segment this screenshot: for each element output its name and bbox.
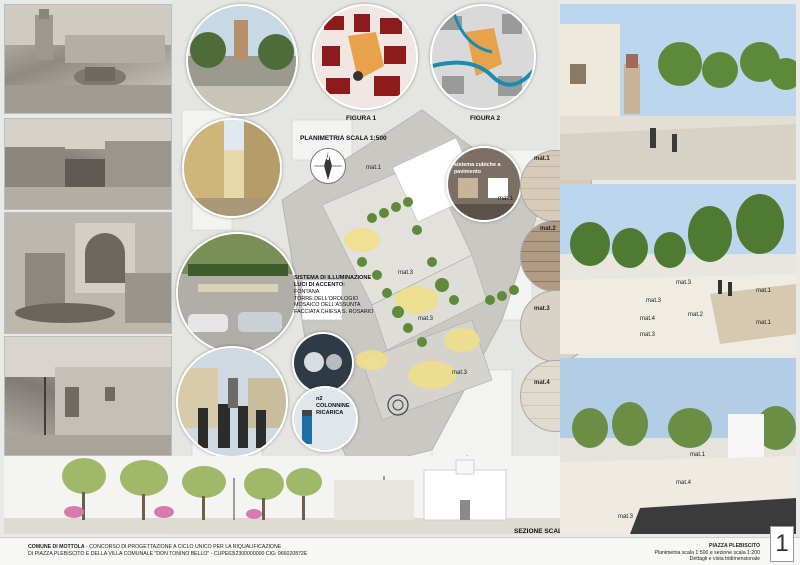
lighting-item-2: TORRE DELL'OROLOGIO	[294, 295, 359, 302]
paving-light-label: sistema cubiche a pavimento	[454, 162, 501, 175]
lighting-item-4: FACCIATA CHIESA S. ROSARIO	[294, 308, 374, 315]
footer-bar: COMUNE DI MOTTOLA - CONCORSO DI PROGETTA…	[0, 537, 800, 565]
swatch-label-mat2: mat.2	[540, 226, 556, 232]
render2-label-mat3-c: mat.3	[640, 332, 656, 338]
charging-label: n2 COLONNINE RICARICA	[316, 396, 350, 416]
swatch-label-mat3: mat.3	[534, 306, 550, 312]
render2-label-mat3-a: mat.3	[676, 280, 692, 286]
plan-label-mat3-b: mat.3	[418, 316, 434, 322]
render2-label-mat1-b: mat.1	[756, 320, 772, 326]
swatch-label-mat1: mat.1	[534, 156, 550, 162]
lighting-title: SISTEMA DI ILLUMINAZIONE LUCI DI ACCENTO…	[294, 275, 372, 288]
render-view-1	[560, 4, 796, 180]
page-number: 1	[770, 526, 794, 562]
figure2-circle	[430, 4, 536, 110]
render2-label-mat3-b: mat.3	[646, 298, 662, 304]
footer-competition: - CONCORSO DI PROGETTAZIONE A CICLO UNIC…	[84, 544, 282, 550]
plan-label-mat3-c: mat.3	[452, 370, 468, 376]
footer-project-info: DI PIAZZA PLEBISCITO E DELLA VILLA COMUN…	[28, 550, 308, 557]
plan-label-mat3-a: mat.3	[398, 270, 414, 276]
section-elevation	[4, 456, 560, 534]
historic-photo-square-bandstand	[4, 4, 172, 114]
plan-label-mat1-b: mat.1	[498, 196, 514, 202]
footer-sheet-detail: Dettagli e vista tridimensionale	[689, 556, 760, 562]
photo-narrow-street	[182, 118, 282, 218]
photo-charging-columns: n2 COLONNINE RICARICA	[292, 386, 358, 452]
render-view-3: mat.1 mat.4 mat.3	[560, 358, 796, 534]
render2-label-mat4: mat.4	[640, 316, 656, 322]
footer-right: PIAZZA PLEBISCITO Planimetria scala 1:50…	[654, 543, 760, 563]
swatch-label-mat4: mat.4	[534, 380, 550, 386]
footer-left: COMUNE DI MOTTOLA - CONCORSO DI PROGETTA…	[28, 544, 307, 557]
render2-label-mat1-a: mat.1	[756, 288, 772, 294]
plan-label-mat1-a: mat.1	[366, 165, 382, 171]
historic-photo-fountain	[4, 212, 172, 334]
photo-lamp-detail	[292, 332, 354, 394]
figure1-caption: FIGURA 1	[346, 115, 377, 122]
lighting-item-1: FONTANA	[294, 289, 320, 295]
plan-title: PLANIMETRIA SCALA 1:500	[300, 135, 387, 142]
render2-label-mat2: mat.2	[688, 312, 704, 318]
footer-municipality: COMUNE DI MOTTOLA	[28, 544, 85, 550]
render3-label-mat1: mat.1	[690, 452, 706, 458]
lighting-item-3: MOSAICO DELL'ASSUNTA	[294, 302, 361, 309]
photo-procession	[176, 346, 288, 458]
figure1-circle	[312, 4, 418, 110]
historic-photo-alley	[4, 336, 172, 456]
historic-photo-street	[4, 118, 172, 210]
photo-clocktower-square	[186, 4, 298, 116]
figure2-caption: FIGURA 2	[470, 115, 501, 122]
render3-label-mat3: mat.3	[618, 514, 634, 520]
north-arrow: N	[310, 148, 346, 184]
render-view-2: mat.3 mat.3 mat.4 mat.3 mat.2 mat.1 mat.…	[560, 184, 796, 354]
render3-label-mat4: mat.4	[676, 480, 692, 486]
lighting-callout: SISTEMA DI ILLUMINAZIONE LUCI DI ACCENTO…	[294, 275, 384, 315]
north-label: N	[323, 152, 330, 162]
competition-board: FIGURA 1 FIGURA 2 PLANIMETRIA SCALA 1:50…	[0, 0, 800, 565]
photo-market-cars	[176, 232, 298, 354]
photo-paving-light: sistema cubiche a pavimento	[446, 146, 522, 222]
